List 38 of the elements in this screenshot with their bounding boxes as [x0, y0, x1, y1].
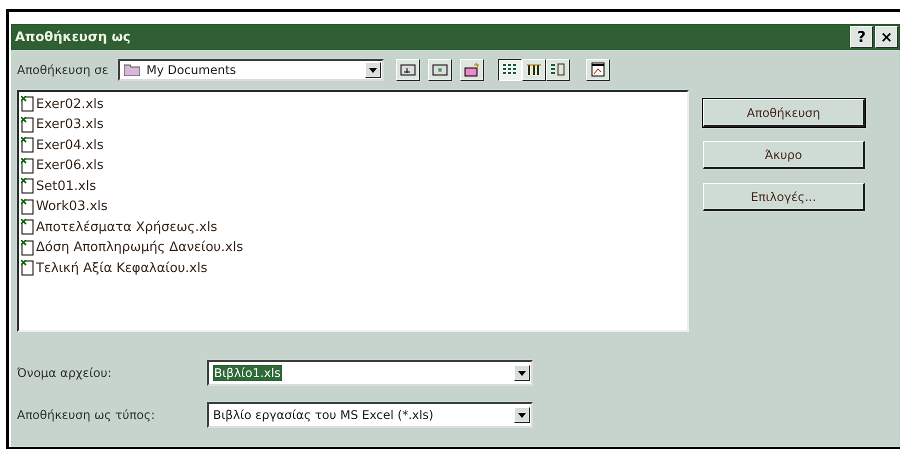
file-item[interactable]: Work03.xls	[36, 199, 108, 214]
dialog-button[interactable]: Αποθήκευση	[703, 99, 865, 127]
spreadsheet-file-icon	[21, 116, 35, 133]
properties-view-icon	[549, 62, 568, 78]
file-item[interactable]: Αποτελέσματα Χρήσεως.xls	[36, 220, 218, 235]
details-view-button[interactable]	[522, 59, 546, 81]
list-view-button[interactable]	[498, 59, 522, 81]
details-view-icon	[525, 62, 544, 78]
save-in-dropdown[interactable]: My Documents	[118, 59, 384, 81]
save-as-type-dropdown[interactable]: Βιβλίο εργασίας του MS Excel (*.xls)	[207, 402, 533, 428]
spreadsheet-file-icon	[21, 178, 35, 194]
file-item[interactable]: Δόση Αποπληρωμής Δανείου.xls	[36, 240, 244, 256]
spreadsheet-file-icon	[21, 158, 35, 174]
file-name-label: Όνομα αρχείου:	[17, 366, 112, 380]
spreadsheet-file-icon	[21, 198, 35, 215]
spreadsheet-file-icon	[21, 240, 35, 256]
help-button[interactable]: ?	[850, 26, 873, 48]
properties-view-button[interactable]	[546, 59, 570, 81]
tools-button[interactable]	[586, 59, 610, 81]
dialog-button[interactable]: Επιλογές...	[703, 183, 865, 211]
file-item[interactable]: Exer03.xls	[36, 117, 104, 132]
file-item[interactable]: Exer02.xls	[36, 96, 104, 112]
save-as-type-label: Αποθήκευση ως τύπος:	[17, 408, 156, 422]
file-list[interactable]: Exer02.xls Exer03.xls Exer04.xls Exer06.xls Set01.xls Work03.xls Αποτελέσματα Χρήσεως.xls Δόση Αποπληρωμής Δανείου.xls Τελική Αξία Κεφαλαίου.xls	[17, 90, 689, 332]
window-title: Αποθήκευση ως	[15, 30, 131, 44]
file-item[interactable]: Set01.xls	[36, 178, 96, 194]
file-item[interactable]: Exer04.xls	[36, 138, 104, 153]
chart-window-icon	[589, 62, 608, 78]
spreadsheet-file-icon	[21, 219, 35, 236]
dialog-button[interactable]: Άκυρο	[703, 141, 865, 169]
spreadsheet-file-icon	[21, 260, 35, 276]
file-name-field[interactable]: Βιβλίο1.xls	[207, 360, 533, 386]
save-in-label: Αποθήκευση σε	[17, 63, 108, 77]
spreadsheet-file-icon	[21, 137, 35, 154]
spreadsheet-file-icon	[21, 96, 35, 112]
file-item[interactable]: Τελική Αξία Κεφαλαίου.xls	[36, 260, 208, 276]
close-button[interactable]: ×	[875, 26, 898, 48]
file-item[interactable]: Exer06.xls	[36, 158, 104, 174]
